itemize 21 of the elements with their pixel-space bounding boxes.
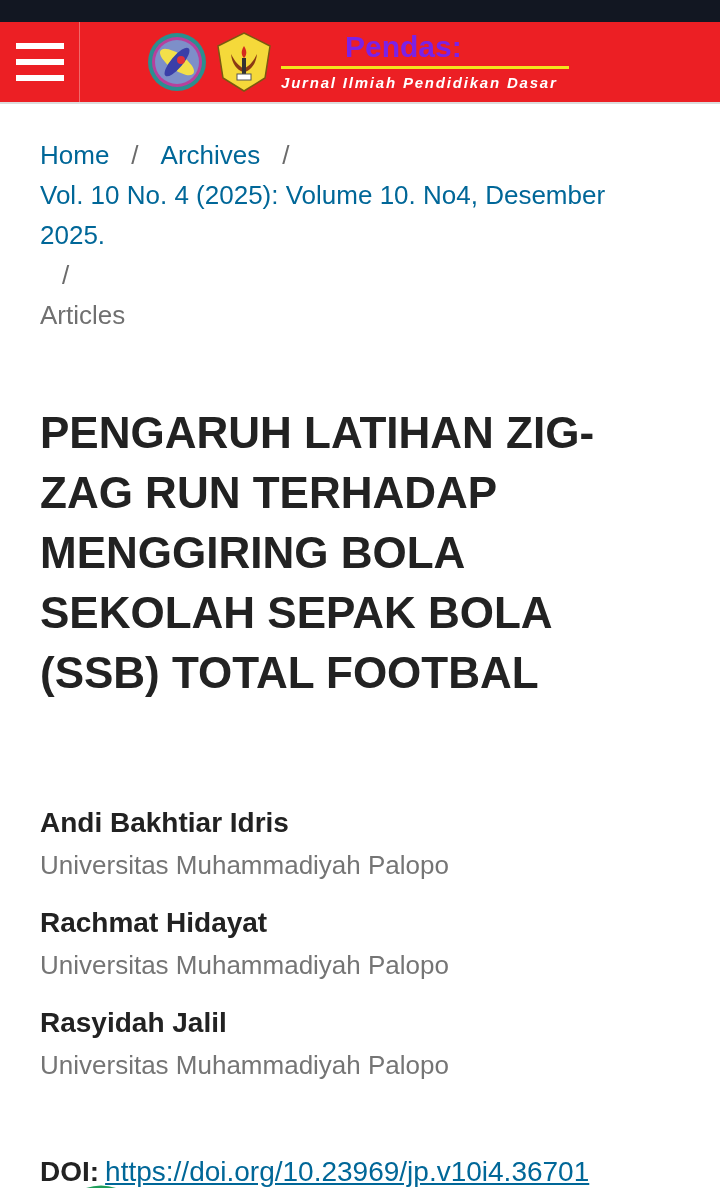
journal-subtitle: Jurnal Ilmiah Pendidikan Dasar	[281, 72, 558, 93]
journal-name: Pendas:	[345, 30, 462, 63]
breadcrumb-separator: /	[131, 139, 139, 172]
breadcrumb-link[interactable]: Home	[40, 135, 110, 175]
author-affiliation: Universitas Muhammadiyah Palopo	[40, 1049, 450, 1082]
menu-icon	[15, 43, 64, 81]
author-affiliation: Universitas Muhammadiyah Palopo	[40, 949, 450, 982]
author-name: Rachmat Hidayat	[40, 906, 269, 940]
breadcrumb-separator: /	[62, 259, 70, 292]
article-title: PENGARUH LATIHAN ZIG-ZAG RUN TERHADAP MENGGIRING BOLA SEKOLAH SEPAK BOLA (SSB) TOTAL FOOTBAL	[40, 407, 596, 699]
doi-link[interactable]: https://doi.org/10.23969/jp.v10i4.36701	[105, 1156, 590, 1188]
breadcrumb-current: Articles	[40, 299, 127, 332]
breadcrumb-link[interactable]: Archives	[160, 135, 261, 175]
doi-label: DOI:	[40, 1156, 100, 1188]
breadcrumb-separator: /	[282, 139, 290, 172]
breadcrumb-link[interactable]: Vol. 10 No. 4 (2025): Volume 10. No4, Desember 2025.	[40, 175, 640, 255]
author-name: Rasyidah Jalil	[40, 1006, 228, 1040]
author-affiliation: Universitas Muhammadiyah Palopo	[40, 849, 450, 882]
shield-logo-icon	[215, 32, 273, 92]
round-logo-icon	[147, 32, 207, 92]
author-name: Andi Bakhtiar Idris	[40, 806, 290, 840]
